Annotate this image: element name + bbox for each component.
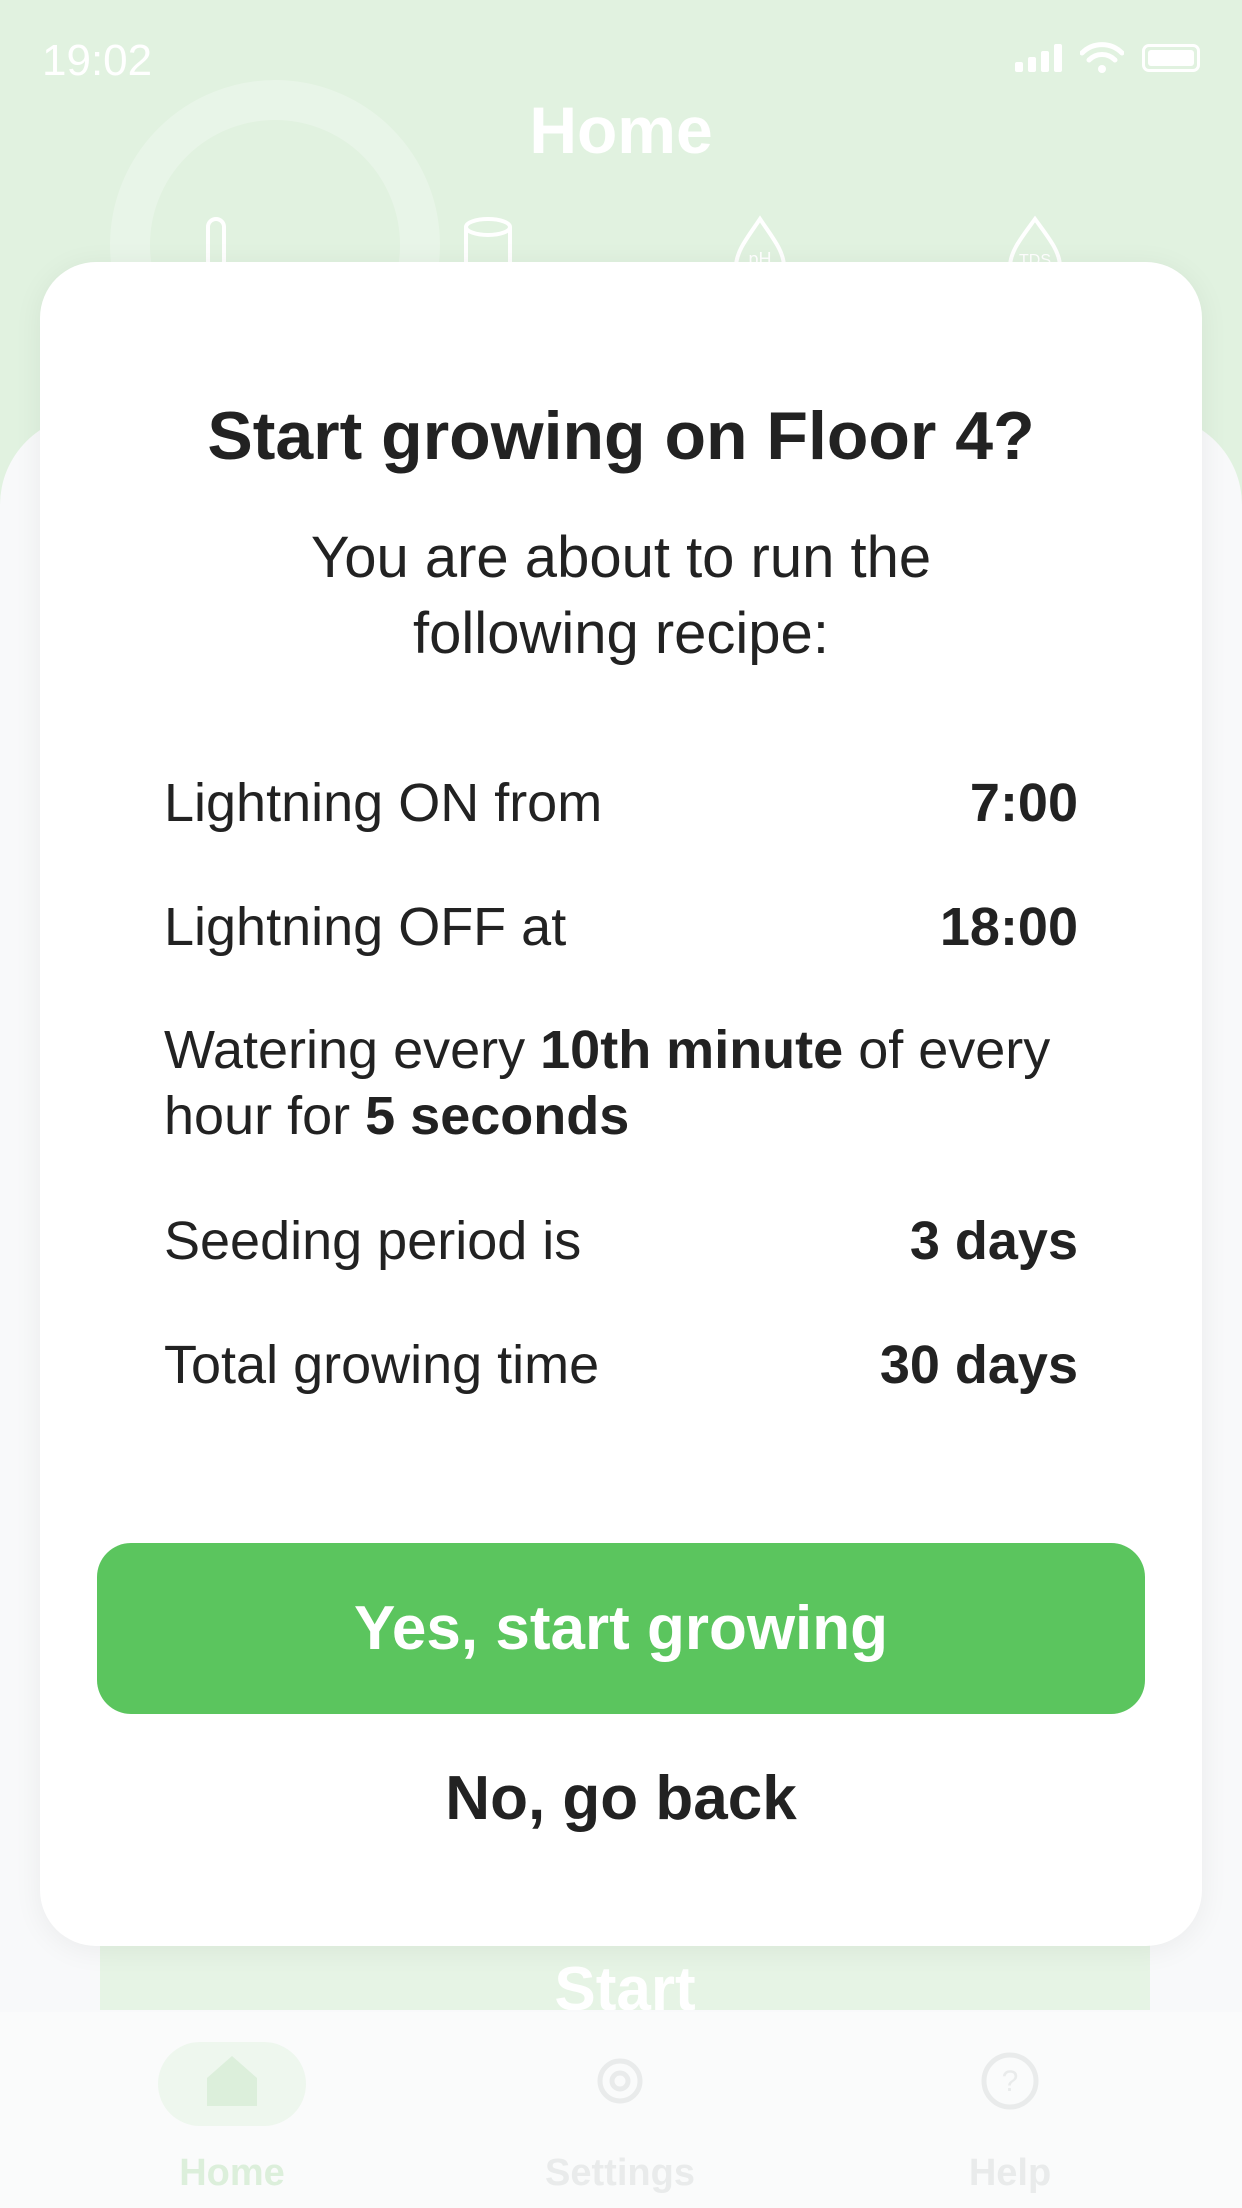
dialog-subtitle: You are about to run the following recip… xyxy=(310,525,932,666)
watering-minute: 10th minute xyxy=(540,1020,844,1080)
tab-settings[interactable]: Settings xyxy=(500,2012,740,2208)
dialog-title: Start growing on Floor 4? xyxy=(207,398,1035,474)
recipe-light-off: Lightning OFF at 18:00 xyxy=(164,896,1078,958)
home-icon xyxy=(207,2056,257,2106)
go-back-button[interactable]: No, go back xyxy=(97,1738,1145,1858)
wifi-icon xyxy=(1080,42,1124,73)
gear-icon xyxy=(597,2058,643,2104)
help-icon: ? xyxy=(981,2052,1039,2110)
watering-prefix: Watering every xyxy=(164,1020,526,1080)
tab-label: Help xyxy=(968,2152,1052,2194)
recipe-light-on: Lightning ON from 7:00 xyxy=(164,772,1078,834)
recipe-value: 30 days xyxy=(879,1335,1078,1395)
svg-text:?: ? xyxy=(1002,2065,1019,2098)
status-time: 19:02 xyxy=(42,36,153,85)
recipe-label: Lightning OFF at xyxy=(164,897,567,957)
recipe-value: 3 days xyxy=(909,1211,1078,1271)
tab-home[interactable]: Home xyxy=(112,2012,352,2208)
recipe-value: 18:00 xyxy=(939,897,1078,957)
status-icons xyxy=(1015,42,1200,74)
recipe-watering: Watering every 10th minute of every hour… xyxy=(164,1017,1078,1149)
tab-label: Home xyxy=(179,2152,285,2194)
watering-duration: 5 seconds xyxy=(365,1086,630,1146)
recipe-seeding: Seeding period is 3 days xyxy=(164,1210,1078,1272)
recipe-value: 7:00 xyxy=(969,773,1078,833)
confirm-dialog: Start growing on Floor 4? You are about … xyxy=(40,262,1202,1946)
start-growing-button[interactable]: Yes, start growing xyxy=(97,1543,1145,1714)
tab-label: Settings xyxy=(545,2152,695,2194)
recipe-label: Total growing time xyxy=(164,1335,600,1395)
recipe-total: Total growing time 30 days xyxy=(164,1334,1078,1396)
recipe-label: Lightning ON from xyxy=(164,773,603,833)
battery-icon xyxy=(1142,44,1200,72)
recipe-label: Seeding period is xyxy=(164,1211,582,1271)
tab-bar: Home Settings ? Help xyxy=(0,2012,1242,2208)
tab-help[interactable]: ? Help xyxy=(890,2012,1130,2208)
cellular-signal-icon xyxy=(1015,44,1062,72)
page-title: Home xyxy=(529,93,713,167)
